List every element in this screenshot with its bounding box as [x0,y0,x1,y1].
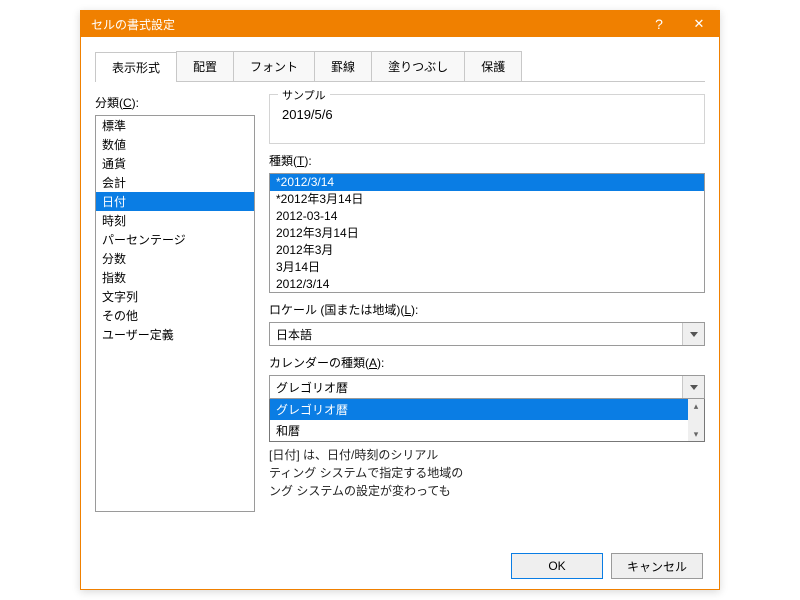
ok-button[interactable]: OK [511,553,603,579]
category-item[interactable]: 数値 [96,135,254,154]
format-description: [日付] は、日付/時刻のシリアル ティング システムで指定する地域の ング シ… [269,446,705,500]
help-icon[interactable]: ? [639,11,679,37]
calendar-accel: A [369,356,377,370]
scroll-down-icon[interactable]: ▾ [688,427,704,441]
type-label-post: ): [304,154,311,168]
category-label: 分類(C): [95,94,255,111]
tab-content: 分類(C): 標準 数値 通貨 会計 日付 時刻 パーセンテージ 分数 指数 文… [95,82,705,512]
category-item-date[interactable]: 日付 [96,192,254,211]
tab-font[interactable]: フォント [233,51,315,81]
locale-value: 日本語 [276,326,312,343]
sample-label: サンプル [278,87,330,103]
type-item[interactable]: *2012年3月14日 [270,191,704,208]
tab-alignment[interactable]: 配置 [176,51,234,81]
category-item[interactable]: ユーザー定義 [96,325,254,344]
calendar-label-pre: カレンダーの種類( [269,356,369,370]
category-accel: C [123,96,132,110]
tab-border[interactable]: 罫線 [314,51,372,81]
category-item[interactable]: その他 [96,306,254,325]
category-item[interactable]: パーセンテージ [96,230,254,249]
chevron-down-icon[interactable] [682,376,704,398]
type-list[interactable]: *2012/3/14 *2012年3月14日 2012-03-14 2012年3… [269,173,705,293]
sample-group: サンプル 2019/5/6 [269,94,705,144]
scroll-up-icon[interactable]: ▴ [688,399,704,413]
locale-select[interactable]: 日本語 [269,322,705,346]
type-label: 種類(T): [269,152,705,169]
titlebar: セルの書式設定 ? ✕ [81,11,719,37]
locale-label-pre: ロケール (国または地域)( [269,303,404,317]
desc-line: [日付] は、日付/時刻のシリアル [269,446,705,464]
calendar-option-wareki[interactable]: 和暦 [270,420,688,441]
category-item[interactable]: 標準 [96,116,254,135]
category-label-post: ): [132,96,139,110]
dialog-footer: OK キャンセル [511,553,703,579]
scrollbar[interactable]: ▴ ▾ [688,399,704,441]
cancel-button[interactable]: キャンセル [611,553,703,579]
tab-number-format[interactable]: 表示形式 [95,52,177,82]
category-item[interactable]: 会計 [96,173,254,192]
category-pane: 分類(C): 標準 数値 通貨 会計 日付 時刻 パーセンテージ 分数 指数 文… [95,94,255,512]
category-item[interactable]: 時刻 [96,211,254,230]
chevron-down-icon[interactable] [682,323,704,345]
calendar-label: カレンダーの種類(A): [269,354,705,371]
category-list[interactable]: 標準 数値 通貨 会計 日付 時刻 パーセンテージ 分数 指数 文字列 その他 … [95,115,255,512]
desc-line: ング システムの設定が変わっても [269,482,705,500]
category-item[interactable]: 指数 [96,268,254,287]
calendar-select[interactable]: グレゴリオ暦 [269,375,705,399]
tab-fill[interactable]: 塗りつぶし [371,51,465,81]
calendar-value: グレゴリオ暦 [276,379,348,396]
locale-accel: L [404,303,411,317]
type-item[interactable]: *2012/3/14 [270,174,704,191]
dialog-body: 表示形式 配置 フォント 罫線 塗りつぶし 保護 分類(C): 標準 数値 通貨… [81,37,719,526]
sample-value: 2019/5/6 [280,103,694,122]
category-label-pre: 分類( [95,96,123,110]
category-item[interactable]: 文字列 [96,287,254,306]
desc-line: ティング システムで指定する地域の [269,464,705,482]
locale-label-post: ): [411,303,418,317]
type-item[interactable]: 2012-03-14 [270,208,704,225]
type-item[interactable]: 3月14日 [270,259,704,276]
tab-protection[interactable]: 保護 [464,51,522,81]
dialog-title: セルの書式設定 [91,16,639,33]
category-item[interactable]: 分数 [96,249,254,268]
tab-strip: 表示形式 配置 フォント 罫線 塗りつぶし 保護 [95,51,705,82]
calendar-option-gregorian[interactable]: グレゴリオ暦 [270,399,688,420]
type-item[interactable]: 2012年3月14日 [270,225,704,242]
details-pane: サンプル 2019/5/6 種類(T): *2012/3/14 *2012年3月… [255,94,705,512]
calendar-label-post: ): [377,356,384,370]
calendar-dropdown: グレゴリオ暦 和暦 ▴ ▾ [269,399,705,442]
close-icon[interactable]: ✕ [679,11,719,37]
type-item[interactable]: 2012/3/14 [270,276,704,293]
format-cells-dialog: セルの書式設定 ? ✕ 表示形式 配置 フォント 罫線 塗りつぶし 保護 分類(… [80,10,720,590]
type-item[interactable]: 2012年3月 [270,242,704,259]
type-label-pre: 種類( [269,154,297,168]
locale-label: ロケール (国または地域)(L): [269,301,705,318]
category-item[interactable]: 通貨 [96,154,254,173]
